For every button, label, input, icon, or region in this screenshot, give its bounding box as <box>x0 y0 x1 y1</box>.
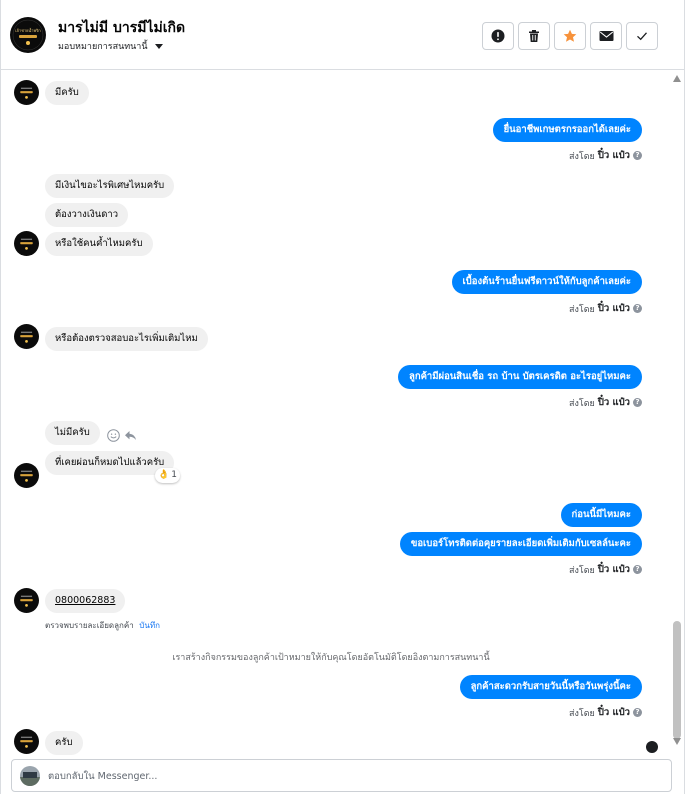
contact-avatar-small[interactable] <box>14 729 39 754</box>
contact-avatar-small[interactable] <box>14 80 39 105</box>
reply-composer <box>11 759 672 792</box>
envelope-icon <box>599 31 613 41</box>
message-incoming[interactable]: ต้องวางเงินดาว <box>45 203 129 227</box>
sender-name: ปิ๋ว แป๋ว <box>597 564 630 575</box>
message-outgoing[interactable]: ก่อนนี้มีไหมคะ <box>560 503 642 527</box>
message-incoming[interactable]: มีครับ <box>45 81 89 105</box>
message-incoming[interactable]: ไม่มีครับ <box>45 421 100 445</box>
exclamation-circle-icon <box>491 29 505 43</box>
assign-conversation-dropdown[interactable]: มอบหมายการสนทนานี้ <box>58 39 163 53</box>
contact-avatar-small[interactable] <box>14 324 39 349</box>
contact-avatar[interactable]: เจ้าชายน้ำพริก <box>10 17 46 53</box>
scrollbar-thumb[interactable] <box>673 621 681 739</box>
checkmark-icon <box>637 32 647 41</box>
star-icon <box>563 29 577 42</box>
seen-indicator <box>646 741 658 753</box>
delete-button[interactable] <box>518 22 550 50</box>
help-icon[interactable]: ? <box>633 398 642 407</box>
help-icon[interactable]: ? <box>633 708 642 717</box>
phone-number-message[interactable]: 0800062883 <box>45 589 126 613</box>
reply-icon[interactable] <box>124 429 137 442</box>
sent-by-prefix: ส่งโดย <box>568 398 595 409</box>
reaction-count: 1 <box>171 470 177 480</box>
message-incoming[interactable]: ครับ <box>45 731 83 755</box>
sent-by-label: ส่งโดย ปิ๋ว แป๋ว ? <box>569 705 642 720</box>
sender-name: ปิ๋ว แป๋ว <box>597 707 630 718</box>
message-outgoing[interactable]: ขอเบอร์โทรติดต่อคุยรายละเอียดเพิ่มเติมกั… <box>399 532 642 556</box>
sender-name: ปิ๋ว แป๋ว <box>597 397 630 408</box>
contact-detected-text: ตรวจพบรายละเอียดลูกค้า <box>45 621 134 630</box>
message-outgoing[interactable]: เบื้องต้นร้านยื่นฟรีดาวน์ให้กับลูกค้าเลย… <box>451 270 642 294</box>
sent-by-prefix: ส่งโดย <box>568 151 595 162</box>
reaction-emoji: 👌 <box>158 470 170 480</box>
message-outgoing[interactable]: ลูกค้ามีผ่อนสินเชื่อ รถ บ้าน บัตรเครดิต … <box>398 365 642 389</box>
chevron-down-icon <box>154 43 163 49</box>
sent-by-label: ส่งโดย ปิ๋ว แป๋ว ? <box>569 301 642 316</box>
help-icon[interactable]: ? <box>633 304 642 313</box>
message-incoming[interactable]: หรือใช้คนค้ำไหมครับ <box>45 232 153 256</box>
contact-name: มารไม่มี บารมีไม่เกิด <box>58 20 186 36</box>
sent-by-label: ส่งโดย ปิ๋ว แป๋ว ? <box>569 562 642 577</box>
sent-by-label: ส่งโดย ปิ๋ว แป๋ว ? <box>569 148 642 163</box>
inbox-conversation-panel: เจ้าชายน้ำพริก มารไม่มี บารมีไม่เกิด มอบ… <box>0 0 685 794</box>
smiley-icon[interactable] <box>107 429 120 442</box>
assign-label: มอบหมายการสนทนานี้ <box>58 42 148 52</box>
email-button[interactable] <box>590 22 622 50</box>
sender-name: ปิ๋ว แป๋ว <box>597 303 630 314</box>
scroll-down-arrow-icon[interactable] <box>673 738 681 745</box>
sent-by-prefix: ส่งโดย <box>568 565 595 576</box>
contact-avatar-small[interactable] <box>14 463 39 488</box>
contact-avatar-small[interactable] <box>14 588 39 613</box>
star-button[interactable] <box>554 22 586 50</box>
message-actions <box>107 429 137 442</box>
sent-by-label: ส่งโดย ปิ๋ว แป๋ว ? <box>569 395 642 410</box>
message-reaction[interactable]: 👌 1 <box>155 468 180 483</box>
contact-detected-note: ตรวจพบรายละเอียดลูกค้า บันทึก <box>45 619 160 632</box>
message-outgoing[interactable]: ยื่นอาชีพเกษตรกรออกได้เลยค่ะ <box>492 118 642 142</box>
sent-by-prefix: ส่งโดย <box>568 708 595 719</box>
conversation-header: เจ้าชายน้ำพริก มารไม่มี บารมีไม่เกิด มอบ… <box>1 0 684 70</box>
sent-by-prefix: ส่งโดย <box>568 304 595 315</box>
scroll-up-arrow-icon[interactable] <box>673 75 681 82</box>
system-activity-note: เราสร้างกิจกรรมของลูกค้าเป้าหมายให้กับคุ… <box>172 653 490 663</box>
help-icon[interactable]: ? <box>633 151 642 160</box>
thread-scrollbar[interactable] <box>670 70 684 750</box>
message-outgoing[interactable]: ลูกค้าสะดวกรับสายวันนี้หรือวันพรุ่งนี้คะ <box>459 675 642 699</box>
avatar-logo-text: เจ้าชายน้ำพริก <box>15 26 41 33</box>
contact-avatar-small[interactable] <box>14 231 39 256</box>
mark-done-button[interactable] <box>626 22 658 50</box>
trash-icon <box>529 30 539 42</box>
message-incoming[interactable]: มีเงินไขอะไรพิเศษไหมครับ <box>45 174 175 198</box>
page-avatar <box>20 766 40 786</box>
reply-input[interactable] <box>48 767 648 785</box>
save-contact-link[interactable]: บันทึก <box>139 621 160 630</box>
mark-spam-button[interactable] <box>482 22 514 50</box>
sender-name: ปิ๋ว แป๋ว <box>597 150 630 161</box>
help-icon[interactable]: ? <box>633 565 642 574</box>
message-incoming[interactable]: หรือต้องตรวจสอบอะไรเพิ่มเติมไหม <box>45 327 208 351</box>
